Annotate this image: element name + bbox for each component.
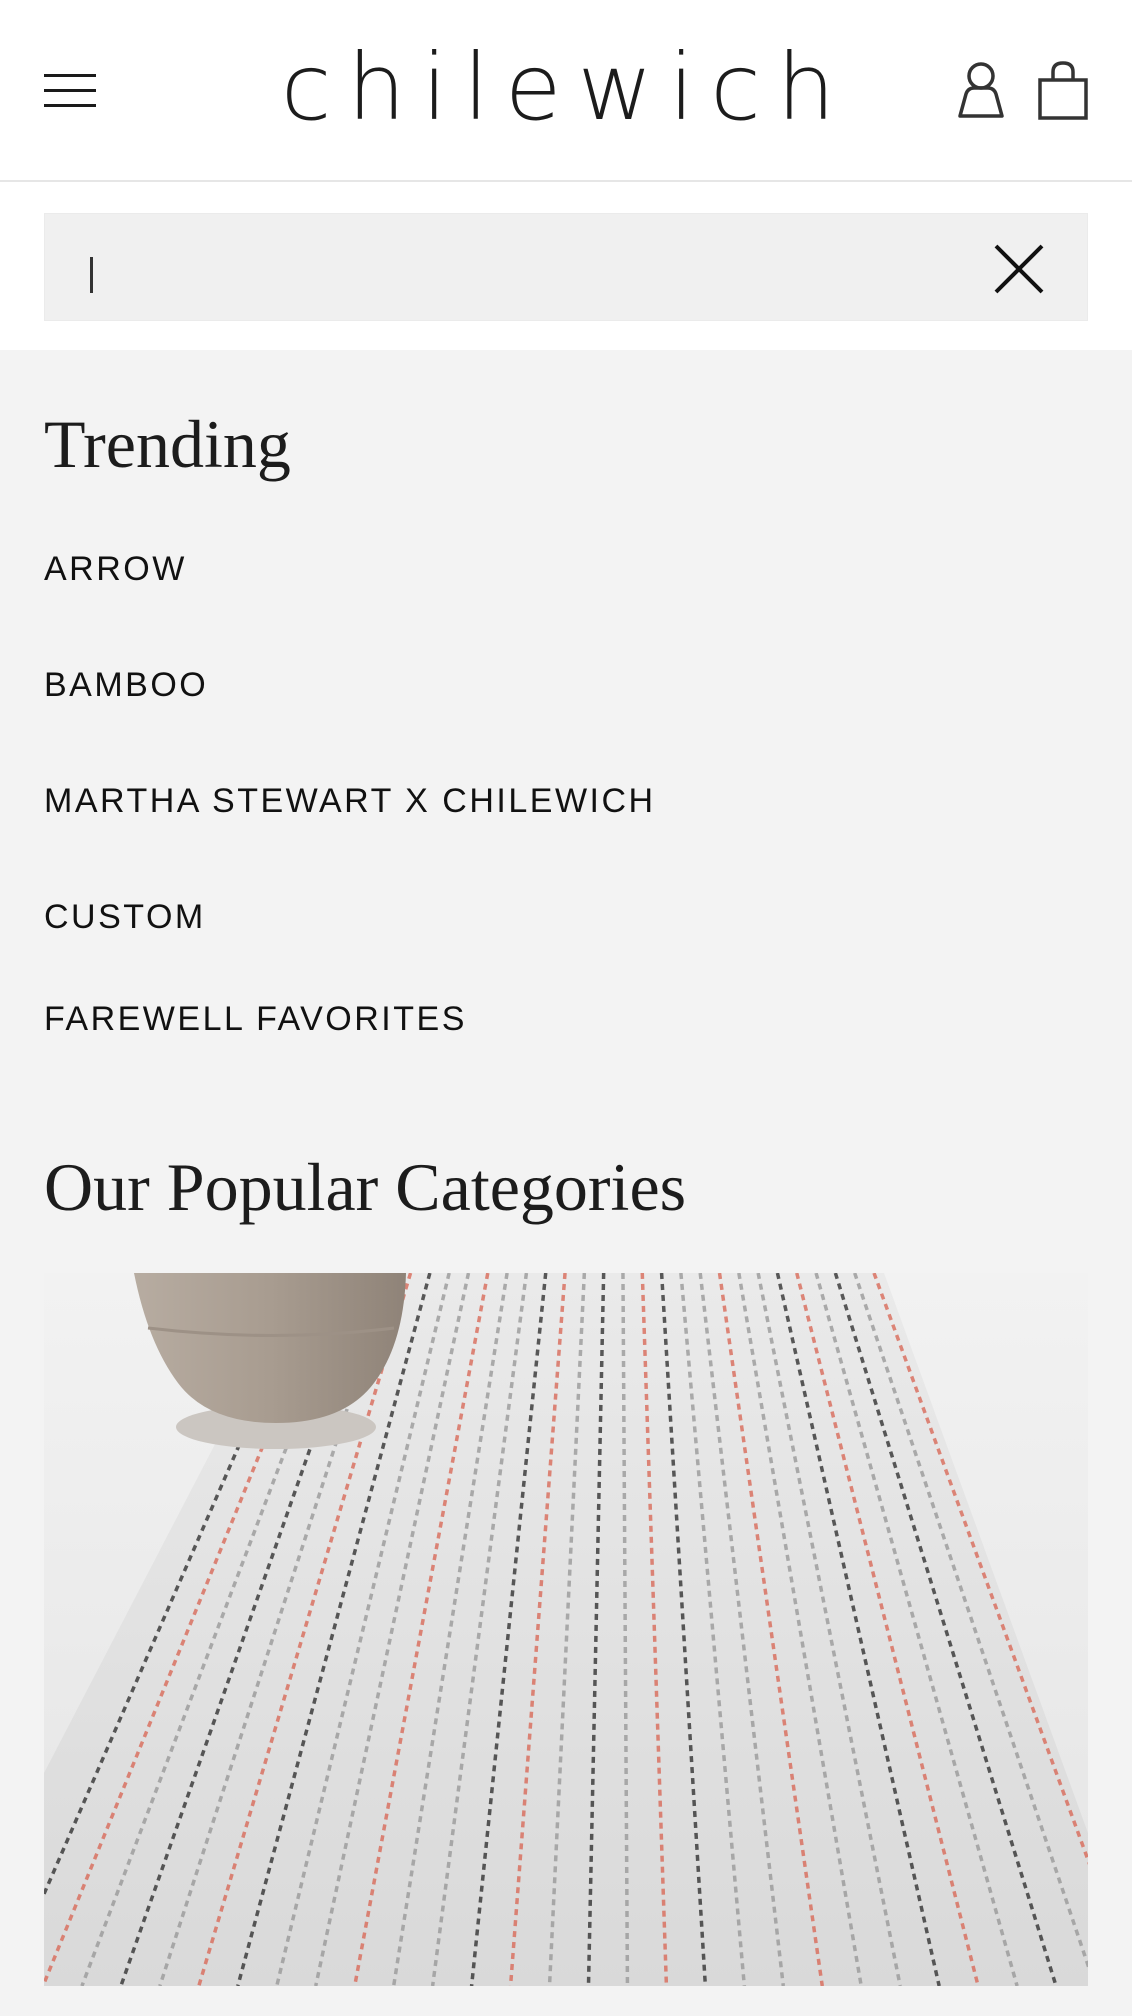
cart-button[interactable] (1034, 58, 1092, 122)
trending-item-custom[interactable]: CUSTOM (44, 898, 206, 937)
hamburger-line (44, 89, 96, 92)
popular-categories-heading: Our Popular Categories (44, 1149, 687, 1225)
menu-button[interactable] (36, 60, 100, 120)
shopping-bag-icon (1038, 61, 1088, 120)
trending-item-bamboo[interactable]: BAMBOO (44, 666, 208, 705)
clear-search-button[interactable] (986, 236, 1052, 302)
hamburger-line (44, 104, 96, 107)
account-button[interactable] (952, 58, 1010, 122)
text-cursor (90, 257, 93, 293)
trending-item-arrow[interactable]: ARROW (44, 550, 187, 589)
site-logo[interactable]: chilewich (230, 28, 902, 148)
site-header: chilewich (0, 0, 1132, 182)
close-icon (994, 244, 1044, 294)
search-box (44, 213, 1088, 321)
trending-item-farewell-favorites[interactable]: FAREWELL FAVORITES (44, 1000, 467, 1039)
category-card-table-runner[interactable] (44, 1273, 1088, 1986)
user-icon (958, 62, 1004, 118)
search-input[interactable] (85, 234, 969, 302)
trending-item-martha-stewart[interactable]: MARTHA STEWART X CHILEWICH (44, 782, 656, 821)
search-bar (0, 182, 1132, 350)
trending-heading: Trending (44, 406, 291, 482)
table-runner-image (44, 1273, 1088, 1986)
hamburger-menu-icon (44, 74, 96, 77)
